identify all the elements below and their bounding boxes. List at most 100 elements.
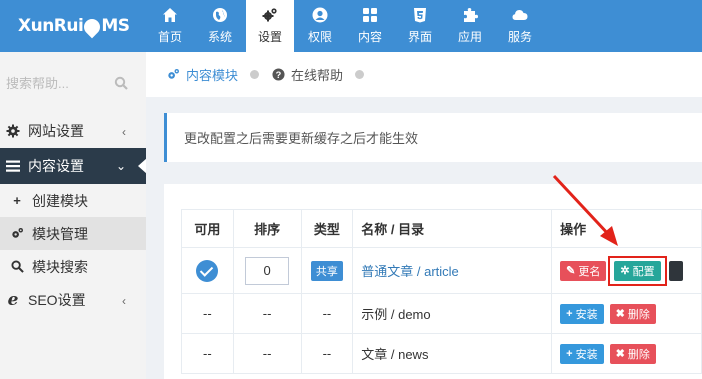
table-row: -- -- -- 示例 / demo + 安装 ✖ 删除 xyxy=(181,293,702,334)
delete-label: 删除 xyxy=(627,308,650,321)
logo-drop-icon xyxy=(81,15,104,39)
install-label: 安装 xyxy=(575,308,598,321)
cell-actions: + 安装 ✖ 删除 xyxy=(551,293,702,334)
col-enabled: 可用 xyxy=(181,209,234,248)
bars-icon xyxy=(6,159,20,173)
col-order: 排序 xyxy=(232,209,302,248)
sidebar-item-seo-settings[interactable]: e SEO设置 ‹ xyxy=(0,283,146,317)
sidebar-item-label: 创建模块 xyxy=(32,192,88,209)
sidebar-item-label: 内容设置 xyxy=(28,158,84,174)
gear-icon: ✲ xyxy=(620,265,630,277)
separator-dot xyxy=(355,70,365,79)
nav-service-label: 服务 xyxy=(507,30,532,44)
gear-icon xyxy=(6,124,20,138)
plus-icon: + xyxy=(566,307,573,320)
tab-online-help[interactable]: ? 在线帮助 xyxy=(271,65,343,84)
user-icon xyxy=(312,7,328,23)
module-panel: 可用 排序 类型 名称 / 目录 操作 共享 普通文章 / article ✎更… xyxy=(164,184,702,379)
table-row: 共享 普通文章 / article ✎更名 ✲配置 xyxy=(181,247,702,294)
alert-text: 更改配置之后需要更新缓存之后才能生效 xyxy=(184,131,419,146)
delete-button[interactable]: ✖ 删除 xyxy=(609,343,656,364)
logo[interactable]: XunRui MS xyxy=(0,0,146,52)
order-input[interactable] xyxy=(245,256,290,285)
module-name-link[interactable]: 普通文章 / article xyxy=(361,264,459,279)
globe-icon xyxy=(212,7,228,23)
separator-dot xyxy=(250,70,260,79)
cell-name: 文章 / news xyxy=(352,333,553,374)
plus-icon: + xyxy=(566,347,573,360)
sidebar-item-create-module[interactable]: + 创建模块 xyxy=(0,184,146,217)
nav-apps-label: 应用 xyxy=(457,30,482,44)
cell-enabled: -- xyxy=(181,333,234,374)
nav-content[interactable]: 内容 xyxy=(346,0,394,52)
config-button[interactable]: ✲ 配置 xyxy=(614,260,661,281)
nav-home[interactable]: 首页 xyxy=(146,0,194,52)
rename-button[interactable]: ✎ 更名 xyxy=(560,260,607,281)
info-alert: 更改配置之后需要更新缓存之后才能生效 xyxy=(164,113,702,162)
delete-label: 删除 xyxy=(627,348,650,361)
svg-text:?: ? xyxy=(275,70,281,80)
nav-permission-label: 权限 xyxy=(307,30,332,44)
sidebar-item-label: 模块搜索 xyxy=(32,258,88,275)
sidebar-item-site-settings[interactable]: 网站设置 ‹ xyxy=(0,114,146,148)
edit-icon: ✎ xyxy=(566,265,576,277)
tab-content-module[interactable]: 内容模块 xyxy=(166,65,238,84)
module-table: 可用 排序 类型 名称 / 目录 操作 共享 普通文章 / article ✎更… xyxy=(181,209,702,374)
cell-order xyxy=(232,247,302,294)
top-nav: 首页 系统 设置 权限 内容 界面 应用 服务 xyxy=(146,0,546,52)
chevron-left-icon: ‹ xyxy=(122,125,126,139)
logo-text-left: XunRui xyxy=(18,16,84,36)
nav-settings[interactable]: 设置 xyxy=(246,0,294,52)
check-circle-icon[interactable] xyxy=(196,259,219,282)
sidebar-item-module-search[interactable]: 模块搜索 xyxy=(0,250,146,283)
chevron-left-icon: ‹ xyxy=(122,294,126,308)
config-label: 配置 xyxy=(632,265,655,278)
cell-order: -- xyxy=(232,333,302,374)
plus-icon: + xyxy=(13,193,21,208)
sidebar: 网站设置 ‹ 内容设置 ⌄ + 创建模块 模块管理 模块搜索 e SEO设置 ‹ xyxy=(0,52,147,379)
search-icon[interactable] xyxy=(114,76,128,90)
cell-actions: ✎ 更名 ✲ 配置 xyxy=(551,247,702,294)
install-button[interactable]: + 安装 xyxy=(560,303,604,324)
nav-interface-label: 界面 xyxy=(407,30,432,44)
rename-label: 更名 xyxy=(578,265,601,278)
nav-apps[interactable]: 应用 xyxy=(446,0,494,52)
top-navbar: XunRui MS 首页 系统 设置 权限 内容 界面 应用 服务 xyxy=(0,0,702,52)
sidebar-item-label: SEO设置 xyxy=(28,292,86,308)
cell-name: 示例 / demo xyxy=(352,293,553,334)
close-icon: ✖ xyxy=(615,308,625,320)
cell-type: -- xyxy=(300,293,354,334)
nav-interface[interactable]: 界面 xyxy=(396,0,444,52)
question-icon: ? xyxy=(271,68,285,82)
chevron-down-icon: ⌄ xyxy=(115,159,126,173)
gears-icon xyxy=(10,227,24,240)
nav-service[interactable]: 服务 xyxy=(496,0,544,52)
col-type: 类型 xyxy=(300,209,354,248)
home-icon xyxy=(162,7,178,23)
logo-text-right: MS xyxy=(101,16,130,36)
flag-button[interactable] xyxy=(668,260,683,281)
close-icon: ✖ xyxy=(615,348,625,360)
sidebar-item-module-manage[interactable]: 模块管理 xyxy=(0,217,146,250)
type-badge: 共享 xyxy=(310,260,343,281)
search-icon xyxy=(10,260,24,273)
install-label: 安装 xyxy=(575,348,598,361)
table-header-row: 可用 排序 类型 名称 / 目录 操作 xyxy=(181,209,702,248)
sidebar-item-label: 网站设置 xyxy=(28,123,84,139)
nav-settings-label: 设置 xyxy=(257,30,282,44)
col-actions: 操作 xyxy=(551,209,702,248)
html5-icon xyxy=(412,7,428,23)
puzzle-icon xyxy=(462,7,478,23)
sidebar-item-content-settings[interactable]: 内容设置 ⌄ xyxy=(0,148,147,184)
gears-icon xyxy=(166,68,180,82)
install-button[interactable]: + 安装 xyxy=(560,343,604,364)
sidebar-search xyxy=(0,52,146,114)
delete-button[interactable]: ✖ 删除 xyxy=(609,303,656,324)
cell-type: 共享 xyxy=(300,247,354,294)
nav-content-label: 内容 xyxy=(357,30,382,44)
ie-icon: e xyxy=(7,290,19,310)
cell-name: 普通文章 / article xyxy=(352,247,553,294)
nav-system-label: 系统 xyxy=(207,30,232,44)
nav-permission[interactable]: 权限 xyxy=(296,0,344,52)
nav-system[interactable]: 系统 xyxy=(196,0,244,52)
